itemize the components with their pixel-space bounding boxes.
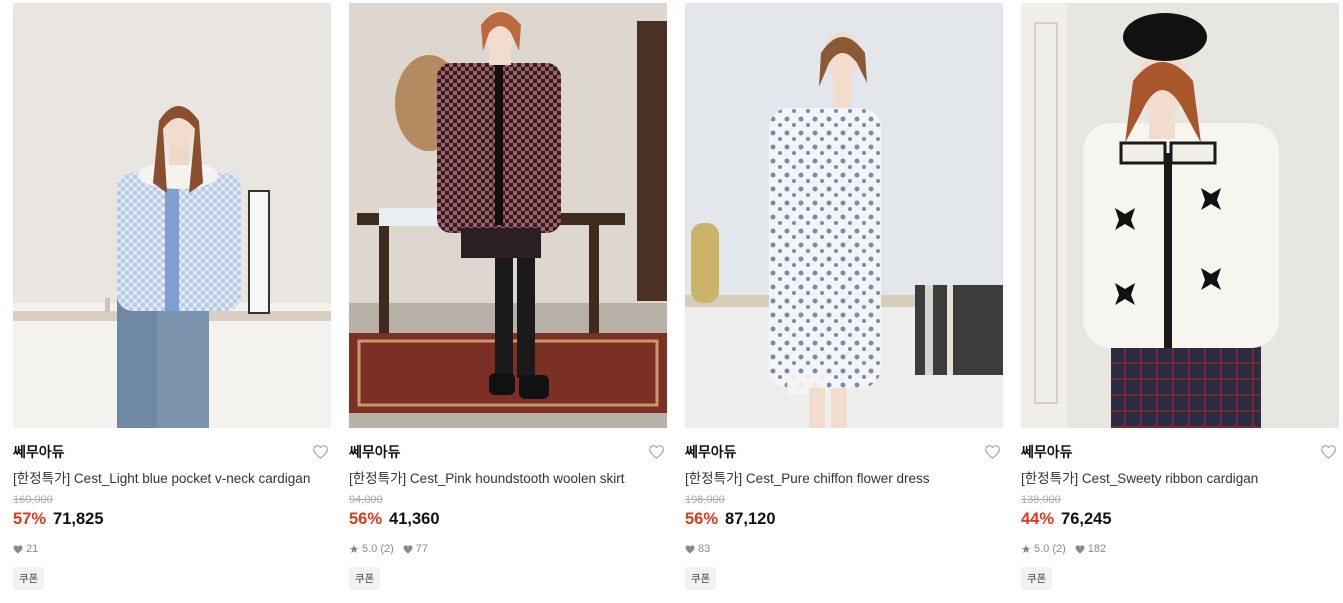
rating: 5.0 (2) [349, 543, 394, 555]
product-card[interactable]: 쎄무아듀 [한정특가] Cest_Light blue pocket v-nec… [13, 3, 331, 590]
discount-rate: 44% [1021, 510, 1055, 528]
price-row: 56% 87,120 [685, 510, 1003, 529]
likes-value: 182 [1087, 543, 1107, 555]
discount-rate: 56% [685, 510, 719, 528]
star-icon [1021, 544, 1031, 553]
likes-value: 83 [698, 543, 711, 555]
product-meta: 5.0 (2) 77 [349, 542, 667, 556]
discount-rate: 56% [349, 510, 383, 528]
product-image[interactable] [349, 3, 667, 428]
rating-value: 5.0 (2) [1034, 543, 1066, 555]
product-meta: 21 [13, 542, 331, 556]
product-photo-illustration [13, 3, 331, 428]
brand-name[interactable]: 쎄무아듀 [349, 442, 401, 462]
original-price: 198,000 [685, 494, 725, 506]
coupon-badge: 쿠폰 [685, 567, 717, 590]
product-image[interactable] [1021, 3, 1339, 428]
product-card[interactable]: 쎄무아듀 [한정특가] Cest_Pink houndstooth woolen… [349, 3, 667, 590]
likes-value: 21 [26, 543, 39, 555]
product-meta: 5.0 (2) 182 [1021, 542, 1339, 556]
likes-count: 83 [685, 543, 710, 555]
wishlist-heart-icon[interactable] [983, 443, 1001, 461]
heart-filled-icon [13, 544, 23, 554]
sale-price: 71,825 [53, 510, 104, 528]
brand-name[interactable]: 쎄무아듀 [13, 442, 65, 462]
product-title[interactable]: [한정특가] Cest_Light blue pocket v-neck car… [13, 467, 331, 487]
brand-name[interactable]: 쎄무아듀 [685, 442, 737, 462]
heart-filled-icon [403, 544, 413, 554]
product-title[interactable]: [한정특가] Cest_Sweety ribbon cardigan [1021, 467, 1339, 487]
product-card[interactable]: 쎄무아듀 [한정특가] Cest_Sweety ribbon cardigan … [1021, 3, 1339, 590]
likes-value: 77 [415, 543, 429, 555]
original-price: 138,000 [1021, 494, 1061, 506]
discount-rate: 57% [13, 510, 47, 528]
sale-price: 87,120 [725, 510, 776, 528]
star-icon [349, 544, 359, 553]
wishlist-heart-icon[interactable] [311, 443, 329, 461]
rating: 5.0 (2) [1021, 543, 1066, 555]
original-price: 94,000 [349, 494, 383, 506]
price-row: 57% 71,825 [13, 510, 331, 529]
product-image[interactable] [13, 3, 331, 428]
product-image[interactable] [685, 3, 1003, 428]
product-card[interactable]: 쎄무아듀 [한정특가] Cest_Pure chiffon flower dre… [685, 3, 1003, 590]
price-row: 56% 41,360 [349, 510, 667, 529]
product-photo-illustration [1021, 3, 1339, 428]
coupon-badge: 쿠폰 [1021, 567, 1053, 590]
brand-name[interactable]: 쎄무아듀 [1021, 442, 1073, 462]
coupon-badge: 쿠폰 [349, 567, 381, 590]
coupon-badge: 쿠폰 [13, 567, 45, 590]
product-photo-illustration [349, 3, 667, 428]
likes-count: 182 [1075, 543, 1106, 555]
sale-price: 41,360 [389, 510, 440, 528]
likes-count: 77 [403, 543, 428, 555]
original-price: 169,000 [13, 494, 53, 506]
product-title[interactable]: [한정특가] Cest_Pink houndstooth woolen skir… [349, 467, 667, 487]
wishlist-heart-icon[interactable] [1319, 443, 1337, 461]
heart-filled-icon [1075, 544, 1085, 554]
price-row: 44% 76,245 [1021, 510, 1339, 529]
sale-price: 76,245 [1061, 510, 1112, 528]
product-photo-illustration [685, 3, 1003, 428]
likes-count: 21 [13, 543, 38, 555]
heart-filled-icon [685, 544, 695, 554]
wishlist-heart-icon[interactable] [647, 443, 665, 461]
product-grid: 쎄무아듀 [한정특가] Cest_Light blue pocket v-nec… [0, 0, 1343, 590]
rating-value: 5.0 (2) [362, 543, 394, 555]
product-title[interactable]: [한정특가] Cest_Pure chiffon flower dress [685, 467, 1003, 487]
product-meta: 83 [685, 542, 1003, 556]
